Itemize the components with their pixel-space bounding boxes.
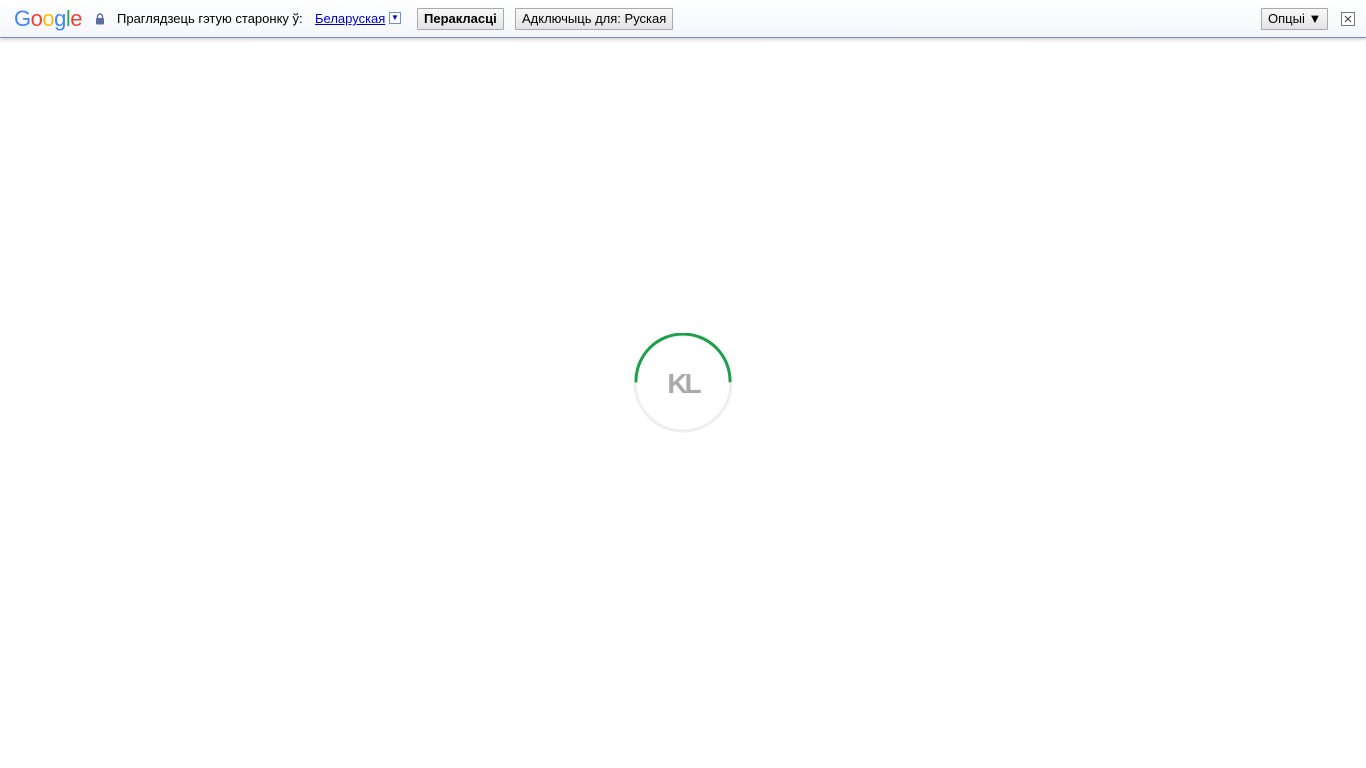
turn-off-for-language-button[interactable]: Адключыць для: Руская — [515, 8, 674, 30]
translate-button[interactable]: Перакласці — [417, 8, 504, 30]
logo-letter: G — [14, 6, 31, 31]
logo-letter: g — [54, 6, 66, 31]
translate-bar: Google Праглядзець гэтую старонку ў: Бел… — [0, 0, 1366, 38]
loading-spinner: KL — [633, 333, 733, 433]
chevron-down-icon[interactable]: ▼ — [389, 12, 401, 24]
logo-letter: e — [70, 6, 83, 31]
target-language-link[interactable]: Беларуская — [315, 11, 385, 26]
kl-logo: KL — [667, 368, 701, 399]
logo-letter: o — [30, 6, 43, 31]
lock-icon — [96, 13, 104, 25]
logo-letter: o — [42, 6, 55, 31]
options-button[interactable]: Опцыі ▼ — [1261, 8, 1329, 30]
translate-prompt: Праглядзець гэтую старонку ў: — [117, 11, 303, 26]
google-logo: Google — [14, 6, 83, 32]
close-icon[interactable] — [1341, 12, 1355, 26]
